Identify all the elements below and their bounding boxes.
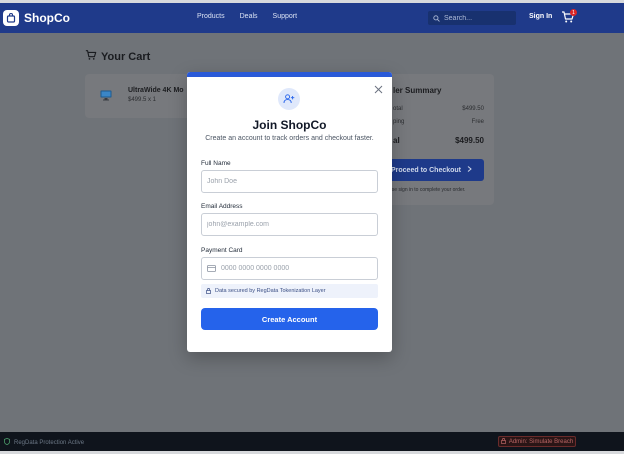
card-field[interactable]: [201, 257, 378, 280]
lock-icon: [500, 437, 506, 446]
breach-label: Admin: Simulate Breach: [508, 438, 574, 445]
email-label: Email Address: [201, 203, 243, 210]
cart-item: UltraWide 4K Mo $499.5 x 1: [85, 74, 195, 118]
secure-note-text: Data secured by RegData Tokenization Lay…: [215, 288, 326, 294]
item-name: UltraWide 4K Mo: [128, 87, 184, 94]
bag-icon: [3, 10, 19, 26]
item-price: $499.5 x 1: [128, 97, 157, 103]
order-summary: ler Summary otal $499.50 ping Free al $4…: [381, 74, 494, 205]
shield-icon: [4, 437, 10, 447]
card-label: Payment Card: [201, 247, 243, 254]
signup-modal: Join ShopCo Create an account to track o…: [187, 72, 392, 352]
summary-shipping-row: ping Free: [393, 119, 484, 125]
nav-products[interactable]: Products: [197, 13, 225, 20]
checkout-button[interactable]: Proceed to Checkout: [385, 159, 484, 181]
shipping-value: Free: [471, 119, 484, 125]
card-input[interactable]: [221, 265, 377, 272]
search-icon: [433, 9, 440, 27]
cart-icon: [85, 48, 97, 66]
email-input[interactable]: [207, 221, 377, 228]
sign-in-link[interactable]: Sign In: [529, 13, 552, 20]
status-bar: RegData Protection Active Admin: Simulat…: [0, 432, 624, 451]
logo-text: ShopCo: [24, 11, 70, 25]
monitor-icon: [100, 88, 112, 101]
total-label: al: [393, 136, 400, 145]
modal-accent-bar: [187, 72, 392, 77]
user-plus-icon: [278, 88, 300, 110]
protection-status: RegData Protection Active: [4, 437, 85, 447]
email-field[interactable]: [201, 213, 378, 236]
summary-title: ler Summary: [393, 86, 442, 95]
nav-support[interactable]: Support: [273, 13, 298, 20]
checkout-label: Proceed to Checkout: [391, 166, 462, 174]
secure-note: Data secured by RegData Tokenization Lay…: [201, 284, 378, 298]
logo[interactable]: ShopCo: [3, 9, 70, 27]
total-value: $499.50: [455, 136, 484, 145]
main-nav: Products Deals Support: [197, 13, 297, 20]
shipping-label: ping: [393, 119, 405, 125]
fullname-field[interactable]: [201, 170, 378, 193]
fullname-label: Full Name: [201, 160, 231, 167]
page-title: Your Cart: [101, 51, 151, 63]
credit-card-icon: [207, 265, 216, 272]
cart-button[interactable]: 1: [561, 9, 577, 26]
chevron-right-icon: [467, 166, 472, 174]
summary-total-row: al $499.50: [393, 136, 484, 145]
subtotal-value: $499.50: [462, 106, 484, 112]
nav-deals[interactable]: Deals: [240, 13, 258, 20]
modal-title: Join ShopCo: [252, 118, 327, 132]
header: ShopCo Products Deals Support Sign In 1: [0, 3, 624, 33]
protection-text: RegData Protection Active: [14, 439, 85, 446]
checkout-note: ase sign in to complete your order.: [389, 187, 466, 193]
close-icon[interactable]: [374, 81, 384, 94]
create-account-button[interactable]: Create Account: [201, 308, 378, 330]
cart-heading: Your Cart: [85, 48, 150, 66]
subtotal-label: otal: [393, 106, 403, 112]
modal-subtitle: Create an account to track orders and ch…: [205, 135, 374, 142]
simulate-breach-button[interactable]: Admin: Simulate Breach: [498, 436, 576, 447]
summary-subtotal-row: otal $499.50: [393, 106, 484, 112]
cart-count-badge: 1: [570, 9, 577, 16]
search-input[interactable]: [444, 14, 514, 22]
lock-icon: [206, 288, 211, 294]
search-box[interactable]: [428, 11, 516, 25]
fullname-input[interactable]: [207, 178, 377, 185]
